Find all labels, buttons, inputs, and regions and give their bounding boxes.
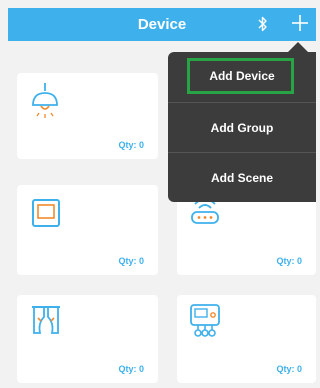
device-tile-switch[interactable]: Qty: 0	[17, 185, 158, 275]
device-tile-lamp[interactable]: Qty: 0	[17, 73, 158, 159]
page-title: Device	[137, 16, 187, 33]
device-screen: Device Qty: 0 Qty: 0 Qty: 0 Qty: 0 Qty: …	[0, 0, 316, 388]
tile-qty: Qty: 0	[118, 256, 144, 266]
header-bar: Device	[8, 8, 316, 41]
tile-qty: Qty: 0	[276, 364, 302, 374]
wall-switch-icon	[32, 199, 60, 227]
selection-highlight	[187, 58, 294, 94]
plus-icon[interactable]	[291, 14, 309, 32]
ceiling-lamp-icon	[32, 83, 58, 118]
menu-item-add-scene[interactable]: Add Scene	[168, 153, 316, 203]
menu-item-add-group[interactable]: Add Group	[168, 103, 316, 153]
bluetooth-icon[interactable]	[258, 16, 268, 32]
thermostat-panel-icon	[190, 304, 220, 337]
tile-qty: Qty: 0	[276, 256, 302, 266]
tile-qty: Qty: 0	[118, 140, 144, 150]
device-tile-curtain[interactable]: Qty: 0	[17, 295, 158, 383]
curtain-icon	[32, 306, 60, 334]
tile-qty: Qty: 0	[118, 364, 144, 374]
device-tile-thermostat[interactable]: Qty: 0	[177, 295, 316, 383]
